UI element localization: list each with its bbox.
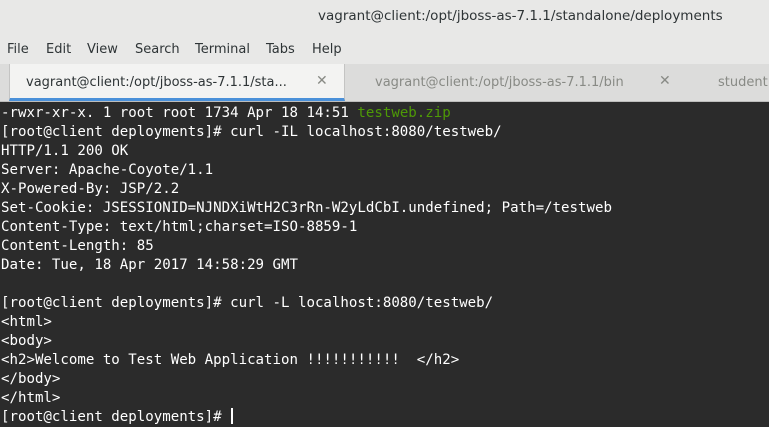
terminal-line: </html>	[1, 390, 61, 406]
terminal-line: <body>	[1, 333, 52, 349]
terminal-line: Content-Type: text/html;charset=ISO-8859…	[1, 219, 358, 235]
terminal-line: [root@client deployments]# curl -IL loca…	[1, 124, 502, 140]
menu-help[interactable]: Help	[312, 42, 342, 57]
title-bar: vagrant@client:/opt/jboss-as-7.1.1/stand…	[0, 0, 769, 34]
tab-student[interactable]: student	[688, 64, 769, 101]
tab-label: vagrant@client:/opt/jboss-as-7.1.1/bin	[375, 75, 624, 90]
tab-label: vagrant@client:/opt/jboss-as-7.1.1/sta..…	[26, 75, 287, 90]
tab-label: student	[718, 75, 768, 90]
terminal-line: Content-Length: 85	[1, 238, 154, 254]
terminal-prompt: [root@client deployments]#	[1, 409, 231, 425]
terminal-line: Server: Apache-Coyote/1.1	[1, 162, 214, 178]
menu-edit[interactable]: Edit	[46, 42, 71, 57]
menu-bar: File Edit View Search Terminal Tabs Help	[0, 34, 769, 64]
terminal-line: -rwxr-xr-x. 1 root root 1734 Apr 18 14:5…	[1, 105, 451, 121]
tab-bin[interactable]: vagrant@client:/opt/jboss-as-7.1.1/bin ✕	[345, 64, 688, 101]
window-title: vagrant@client:/opt/jboss-as-7.1.1/stand…	[318, 8, 723, 24]
menu-search[interactable]: Search	[135, 42, 180, 57]
tab-close-icon[interactable]: ✕	[659, 73, 671, 89]
menu-tabs[interactable]: Tabs	[266, 42, 295, 57]
terminal-line: <h2>Welcome to Test Web Application !!!!…	[1, 352, 460, 368]
terminal-line: </body>	[1, 371, 61, 387]
terminal-line: [root@client deployments]# curl -L local…	[1, 295, 494, 311]
terminal-line: HTTP/1.1 200 OK	[1, 143, 129, 159]
terminal-line: Date: Tue, 18 Apr 2017 14:58:29 GMT	[1, 257, 298, 273]
terminal-line: <html>	[1, 314, 52, 330]
terminal-line: Set-Cookie: JSESSIONID=NJNDXiWtH2C3rRn-W…	[1, 200, 612, 216]
tab-close-icon[interactable]: ✕	[316, 73, 328, 89]
terminal-line: X-Powered-By: JSP/2.2	[1, 181, 180, 197]
tab-deployments[interactable]: vagrant@client:/opt/jboss-as-7.1.1/sta..…	[9, 64, 345, 101]
menu-view[interactable]: View	[87, 42, 118, 57]
terminal-output[interactable]: -rwxr-xr-x. 1 root root 1734 Apr 18 14:5…	[0, 102, 769, 427]
menu-file[interactable]: File	[7, 42, 29, 57]
tab-bar: vagrant@client:/opt/jboss-as-7.1.1/sta..…	[0, 64, 769, 102]
terminal-prompt-line[interactable]: [root@client deployments]#	[1, 408, 234, 427]
text-cursor	[231, 408, 234, 424]
filename-testweb-zip: testweb.zip	[357, 105, 451, 121]
menu-terminal[interactable]: Terminal	[195, 42, 250, 57]
